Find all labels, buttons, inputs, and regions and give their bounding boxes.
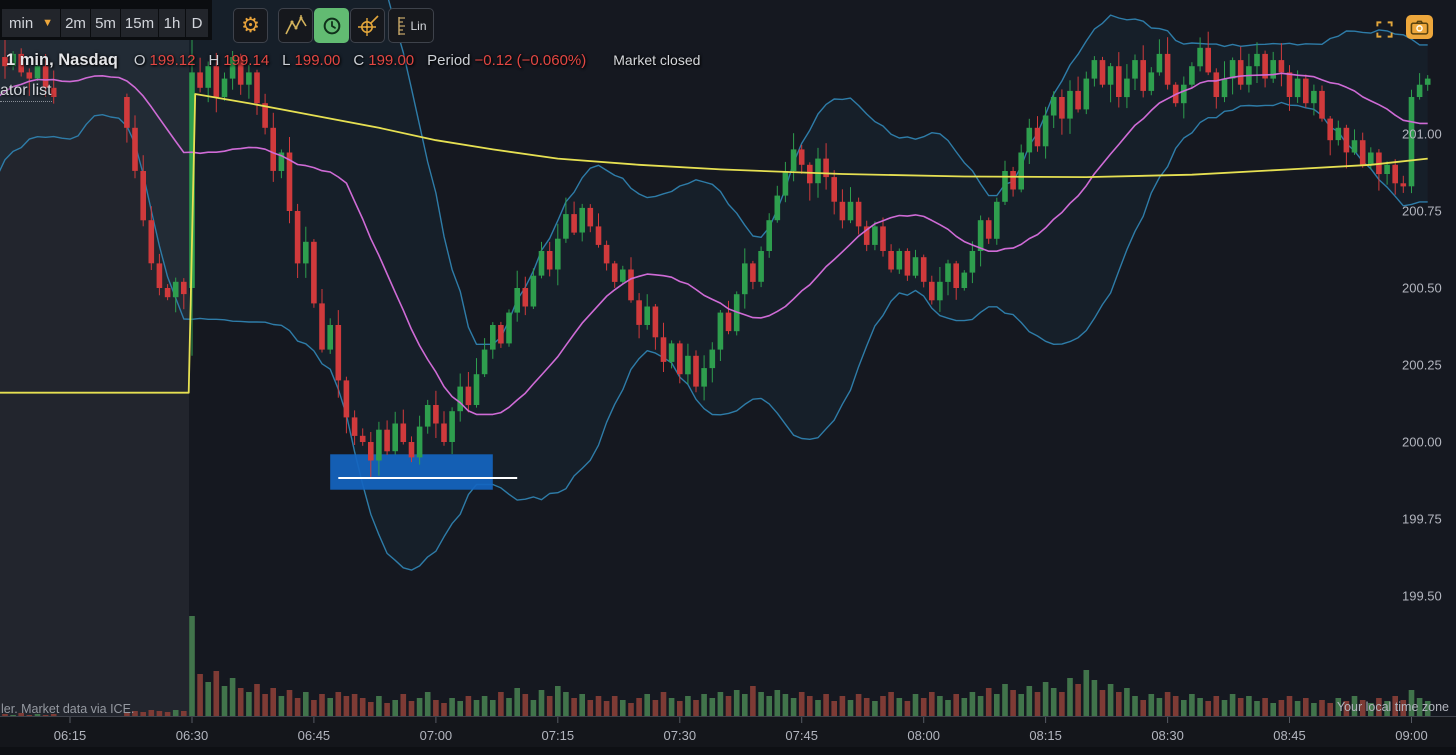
symbol-legend: 1 min, Nasdaq O 199.12 H 199.14 L 199.00… bbox=[6, 51, 700, 70]
clock-icon bbox=[323, 17, 340, 34]
interval-dropdown[interactable]: min ▼ bbox=[2, 9, 60, 37]
session-clock-button[interactable] bbox=[314, 8, 349, 43]
indicator-button[interactable] bbox=[278, 8, 313, 43]
chevron-down-icon: ▼ bbox=[42, 17, 53, 29]
interval-label: min bbox=[9, 14, 34, 32]
timezone-link[interactable]: Your local time zone bbox=[1337, 700, 1449, 714]
close-value: 199.00 bbox=[368, 52, 415, 69]
ruler-icon bbox=[398, 16, 406, 35]
timeframe-1h[interactable]: 1h bbox=[159, 9, 185, 37]
high-label: H bbox=[208, 52, 220, 69]
open-label: O bbox=[133, 52, 146, 69]
crosshair-target-icon bbox=[357, 14, 379, 36]
indicator-list-link[interactable]: ator list bbox=[0, 82, 52, 102]
low-value: 199.00 bbox=[294, 52, 341, 69]
market-data-attribution[interactable]: ler. Market data via ICE. bbox=[1, 702, 134, 716]
zigzag-indicator-icon bbox=[284, 14, 307, 34]
linear-scale-button[interactable]: Lin bbox=[388, 8, 434, 43]
timeframe-5m[interactable]: 5m bbox=[91, 9, 120, 37]
low-label: L bbox=[282, 52, 291, 69]
market-status: Market closed bbox=[613, 52, 701, 68]
linear-scale-label: Lin bbox=[410, 18, 427, 33]
timeframe-2m[interactable]: 2m bbox=[61, 9, 90, 37]
fullscreen-brackets-icon bbox=[1375, 20, 1393, 38]
close-label: C bbox=[353, 52, 365, 69]
gear-icon: ⚙ bbox=[241, 13, 260, 37]
screenshot-button[interactable] bbox=[1406, 15, 1433, 39]
camera-icon bbox=[1410, 20, 1429, 35]
price-axis[interactable] bbox=[1398, 0, 1456, 716]
trading-chart-window: 06:15 06:30 06:45 07:00 07:15 07:30 07:45 08:00… bbox=[0, 0, 1456, 755]
fullscreen-button[interactable] bbox=[1372, 17, 1396, 41]
period-change-value: −0.12 (−0.060%) bbox=[474, 52, 587, 69]
period-label: Period bbox=[427, 52, 471, 69]
settings-button[interactable]: ⚙ bbox=[233, 8, 268, 43]
high-value: 199.14 bbox=[223, 52, 270, 69]
time-axis[interactable] bbox=[0, 716, 1456, 755]
symbol-title: 1 min, Nasdaq bbox=[6, 51, 118, 69]
timeframe-1d[interactable]: D bbox=[186, 9, 208, 37]
crosshair-target-button[interactable] bbox=[350, 8, 385, 43]
price-chart-canvas[interactable]: 06:15 06:30 06:45 07:00 07:15 07:30 07:45 08:00… bbox=[0, 0, 1456, 755]
timeframe-toolbar: min ▼ 2m 5m 15m 1h D bbox=[0, 0, 212, 40]
open-value: 199.12 bbox=[149, 52, 196, 69]
timeframe-15m[interactable]: 15m bbox=[121, 9, 158, 37]
